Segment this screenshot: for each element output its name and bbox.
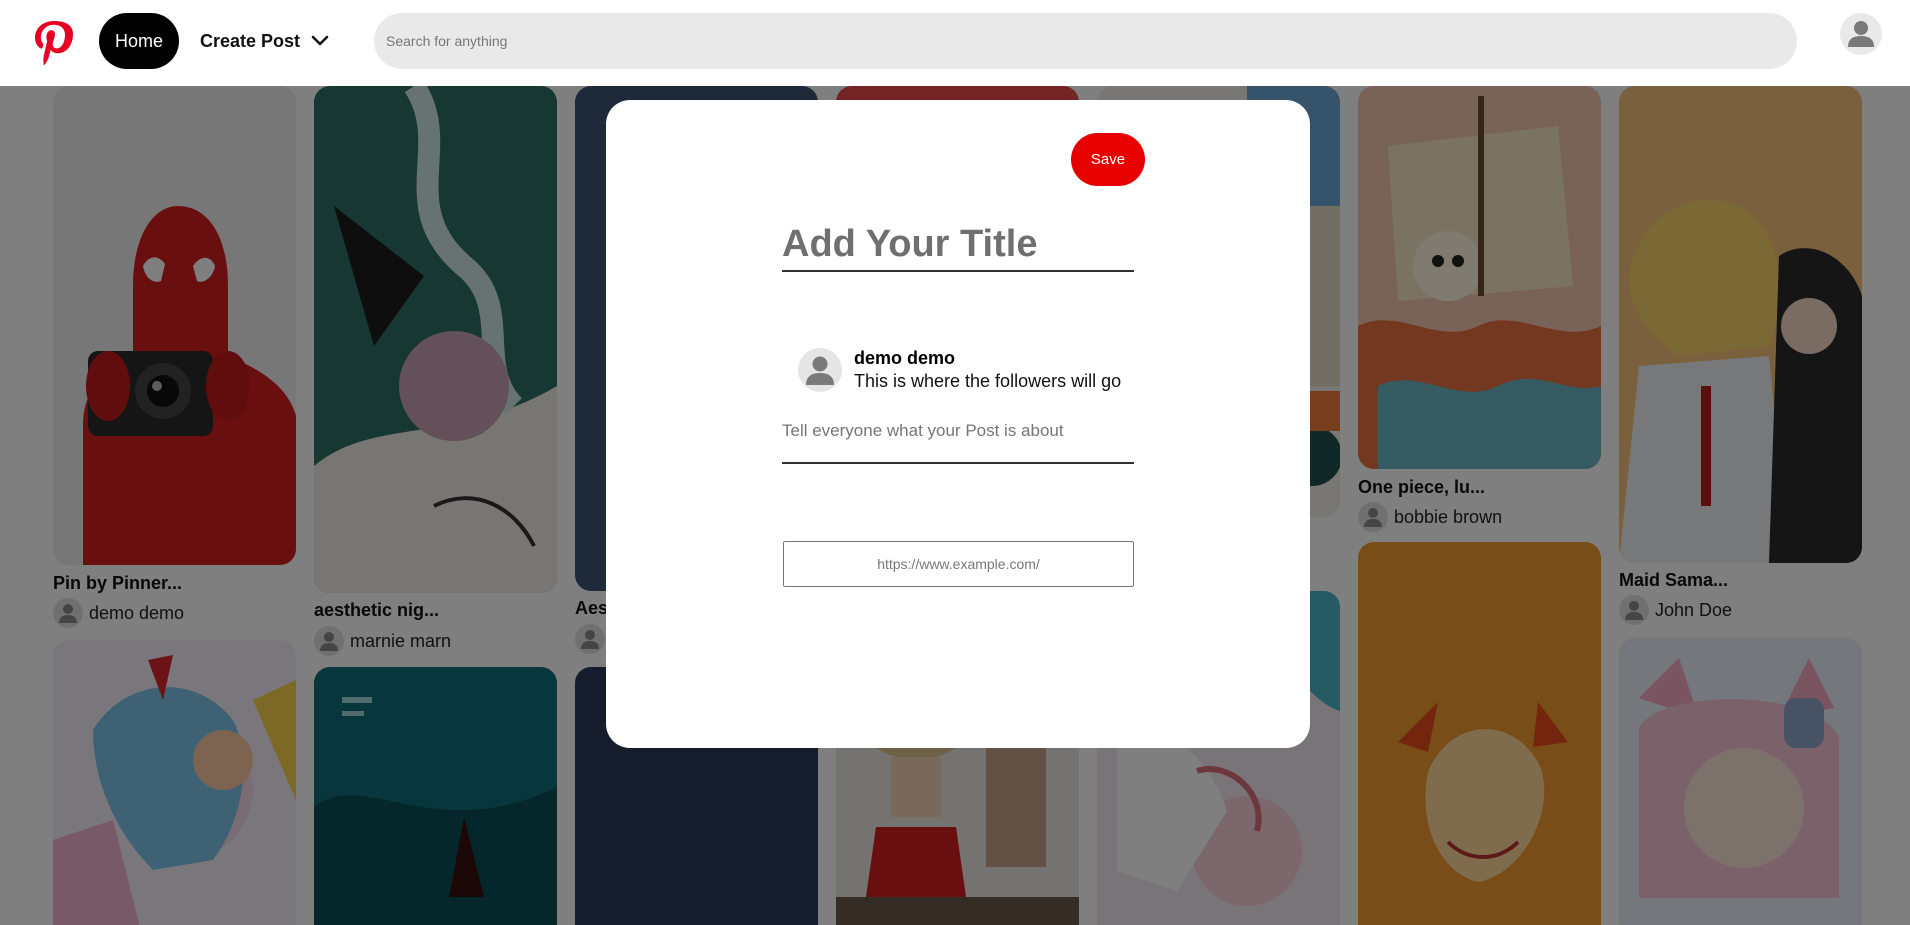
- create-post-dropdown[interactable]: Create Post: [200, 13, 330, 69]
- author-name: demo demo: [854, 348, 956, 368]
- post-title-input[interactable]: [782, 218, 1134, 272]
- avatar: [798, 348, 842, 392]
- create-post-modal: Save demo demo This is where the followe…: [606, 100, 1310, 748]
- save-button[interactable]: Save: [1071, 133, 1145, 186]
- user-avatar-button[interactable]: [1840, 13, 1882, 55]
- post-author-info: demo demo This is where the followers wi…: [798, 348, 1121, 392]
- user-icon: [806, 356, 834, 385]
- user-icon: [1848, 21, 1874, 47]
- post-description-input[interactable]: [782, 420, 1134, 464]
- pinterest-logo-icon[interactable]: [30, 18, 78, 66]
- post-url-input[interactable]: [783, 541, 1134, 587]
- author-followers: This is where the followers will go: [854, 371, 1122, 391]
- chevron-down-icon: [311, 35, 329, 46]
- top-navbar: Home Create Post: [0, 0, 1910, 86]
- search-input[interactable]: [374, 13, 1797, 69]
- create-post-label: Create Post: [200, 30, 301, 51]
- home-button[interactable]: Home: [99, 13, 179, 69]
